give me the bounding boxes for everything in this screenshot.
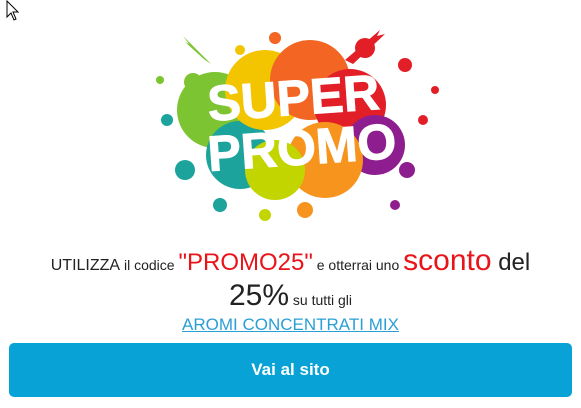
- super-promo-splash-image: SUPER PROMO: [156, 30, 439, 221]
- promo-message: UTILIZZA il codice "PROMO25" e otterrai …: [0, 244, 581, 335]
- email-promo-page: SUPER PROMO UTILIZZA il codice "PROMO25"…: [0, 0, 581, 408]
- visit-site-button[interactable]: Vai al sito: [9, 343, 572, 397]
- promo-percent: 25%: [228, 279, 289, 312]
- promo-codice-text: il codice: [120, 257, 179, 273]
- promo-message-line2: 25% su tutti gli: [0, 279, 581, 312]
- mouse-pointer-icon: [6, 0, 20, 21]
- promo-utilizza-text: UTILIZZA: [50, 257, 121, 274]
- promo-sconto-text: sconto: [403, 244, 492, 277]
- aromi-concentrati-link[interactable]: AROMI CONCENTRATI MIX: [182, 315, 399, 335]
- promo-del-text: del: [491, 249, 531, 276]
- promo-su-tutti-text: su tutti gli: [289, 292, 353, 308]
- promo-code: "PROMO25": [178, 249, 313, 276]
- promo-message-line1: UTILIZZA il codice "PROMO25" e otterrai …: [0, 244, 581, 277]
- promo-otterrai-text: e otterrai uno: [312, 257, 404, 273]
